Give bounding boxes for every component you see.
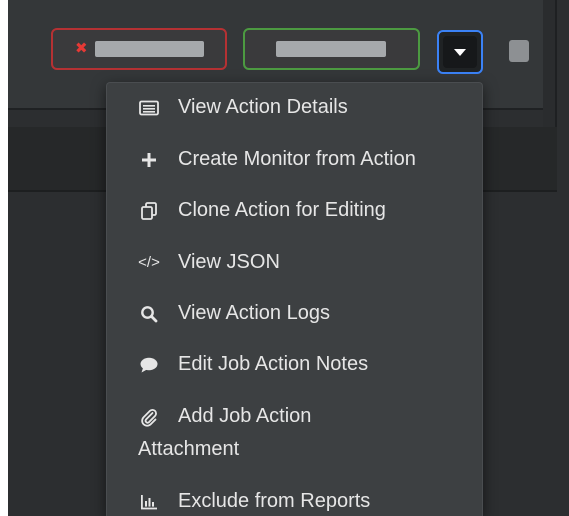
caret-down-icon [454,48,466,56]
redacted-text-bar [95,41,204,57]
menu-item-view-json[interactable]: </> View JSON [107,250,482,276]
actions-dropdown-toggle[interactable] [437,30,483,74]
redacted-text-bar [276,41,386,57]
menu-item-clone-action[interactable]: Clone Action for Editing [107,198,482,224]
menu-item-create-monitor[interactable]: Create Monitor from Action [107,147,482,173]
menu-item-label: View JSON [178,251,280,273]
failed-x-icon: ✖ [75,40,88,57]
menu-item-exclude-from-reports[interactable]: Exclude from Reports [107,489,482,515]
menu-item-label: Edit Job Action Notes [178,353,369,375]
menu-item-label-line2: Attachment [138,438,240,460]
menu-item-label: View Action Details [178,96,348,118]
failed-status-pill[interactable]: ✖ [51,28,227,70]
menu-item-add-job-action-attachment[interactable]: Add Job Action Attachment [107,404,482,464]
paperclip-icon [137,405,161,429]
success-status-pill[interactable] [243,28,420,70]
menu-item-view-action-details[interactable]: View Action Details [107,95,482,121]
actions-dropdown-menu: View Action Details Create Monitor from … [106,82,483,516]
menu-item-view-action-logs[interactable]: View Action Logs [107,301,482,327]
menu-item-label: View Action Logs [178,302,330,324]
menu-item-label: Exclude from Reports [178,490,371,512]
row-select-checkbox[interactable] [509,40,529,62]
list-details-icon [137,96,161,120]
clone-icon [137,199,161,223]
search-icon [137,302,161,326]
screen: ✖ View Action Details Create Monitor fro… [0,0,569,516]
menu-item-label: Create Monitor from Action [178,148,416,170]
toggle-inner [443,36,477,68]
plus-icon [137,148,161,172]
menu-item-label: Clone Action for Editing [178,199,386,221]
bar-chart-icon [137,490,161,514]
comment-icon [137,353,161,377]
code-icon: </> [138,254,160,271]
menu-item-label-line1: Add Job Action [178,405,312,427]
menu-item-edit-job-action-notes[interactable]: Edit Job Action Notes [107,352,482,378]
